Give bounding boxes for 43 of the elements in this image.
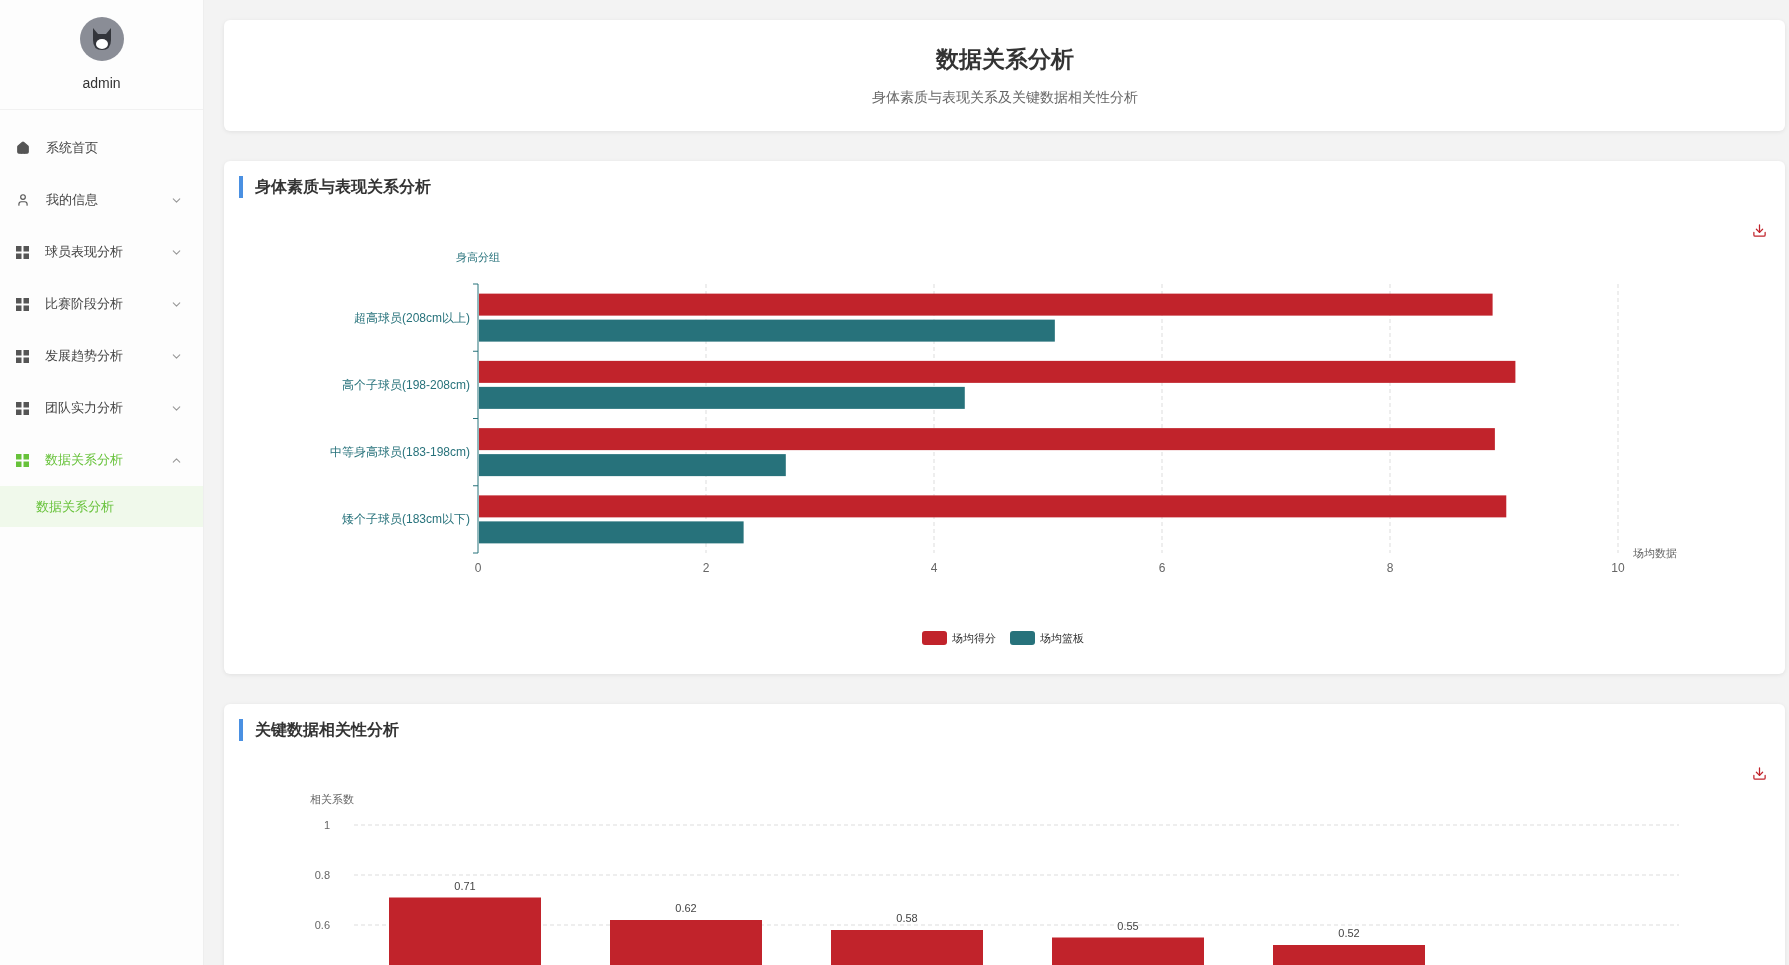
value-label: 0.71 (454, 879, 476, 892)
value-label: 0.62 (675, 902, 697, 914)
value-label: 0.55 (1117, 919, 1139, 932)
tick-label: 4 (930, 561, 938, 575)
home-icon (16, 141, 30, 155)
user-name: admin (82, 75, 121, 91)
menu-item[interactable]: 团队实力分析 (0, 382, 203, 434)
card-title: 关键数据相关性分析 (239, 719, 1785, 741)
menu-item[interactable]: 球员表现分析 (0, 226, 203, 278)
category-label: 中等身高球员(183-198cm) (329, 445, 470, 460)
category-label: 高个子球员(198-208cm) (341, 377, 470, 392)
menu-item[interactable]: 发展趋势分析 (0, 330, 203, 382)
tick-label: 0 (474, 561, 482, 575)
category-label: 矮个子球员(183cm以下) (342, 512, 470, 527)
tick-label: 1 (323, 819, 330, 831)
menu-item[interactable]: 系统首页 (0, 122, 203, 174)
axis-title: 场均数据 (1633, 547, 1677, 559)
grid-icon (16, 401, 29, 415)
tick-label: 2 (702, 561, 710, 575)
user-icon (16, 193, 30, 207)
tick-label: 0.6 (314, 919, 330, 931)
legend-label: 场均篮板 (1040, 632, 1084, 644)
tick-label: 0.8 (314, 869, 330, 881)
grid-icon (16, 349, 29, 363)
axis-title: 相关系数 (310, 793, 354, 805)
download-button[interactable] (1752, 766, 1767, 781)
grid-icon (16, 453, 29, 467)
axis-title: 身高分组 (456, 251, 500, 263)
grid-icon (16, 297, 29, 311)
page-title: 数据关系分析 (935, 45, 1074, 74)
tick-label: 8 (1386, 561, 1394, 575)
value-label: 0.58 (896, 912, 918, 924)
tick-label: 10 (1611, 561, 1625, 575)
category-label: 超高球员(208cm以上) (354, 310, 470, 325)
menu-item[interactable]: 比赛阶段分析 (0, 278, 203, 330)
grid-icon (16, 245, 29, 259)
card-title: 身体素质与表现关系分析 (239, 176, 1785, 198)
legend-label: 场均得分 (952, 632, 996, 644)
tick-label: 6 (1158, 561, 1166, 575)
menu-item[interactable]: 我的信息 (0, 174, 203, 226)
value-label: 0.52 (1338, 927, 1360, 939)
download-button[interactable] (1752, 223, 1767, 238)
page-subtitle: 身体素质与表现关系及关键数据相关性分析 (871, 89, 1138, 107)
